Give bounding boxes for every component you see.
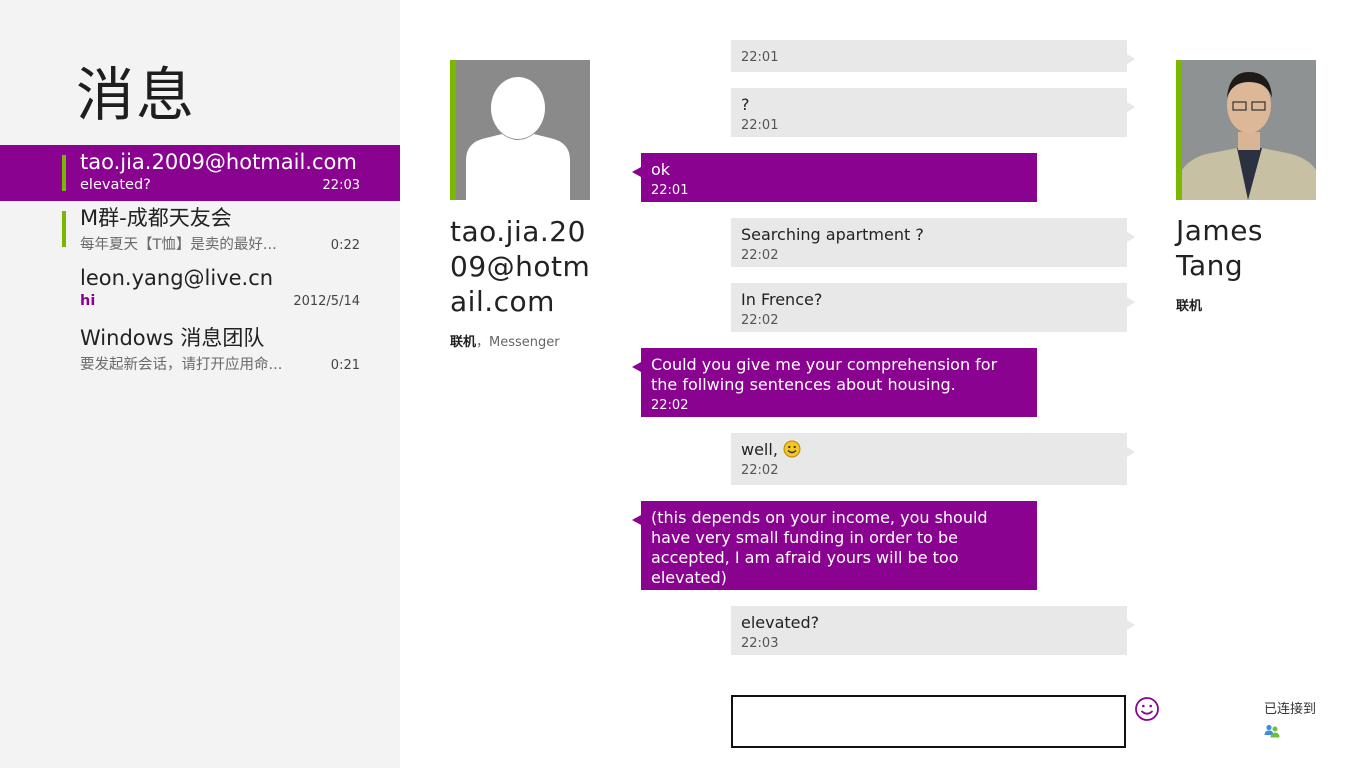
status-label: 联机 xyxy=(450,335,477,350)
person-silhouette-icon xyxy=(456,60,590,200)
my-status: 联机 xyxy=(1176,299,1203,314)
conversation-name: tao.jia.2009@hotmail.com xyxy=(80,150,357,174)
message-input[interactable] xyxy=(733,697,1124,746)
message-text: Searching apartment ? xyxy=(741,225,924,244)
conversation-name: Windows 消息团队 xyxy=(80,326,265,350)
compose-box xyxy=(731,695,1126,748)
message-incoming: ? 22:01 xyxy=(731,88,1135,137)
contact-status: 联机，Messenger xyxy=(450,331,600,350)
conversation-name: M群-成都天友会 xyxy=(80,206,232,230)
conversation-name: leon.yang@live.cn xyxy=(80,266,274,290)
connected-label: 已连接到 xyxy=(1264,702,1317,717)
message-outgoing: ok 22:01 xyxy=(632,153,1037,202)
message-text: Could you give me your comprehension for… xyxy=(651,355,998,394)
conversation-preview: hi xyxy=(80,293,96,309)
message-incoming: In Frence? 22:02 xyxy=(731,283,1135,332)
message-incoming: elevated? 22:03 xyxy=(731,606,1135,655)
message-incoming: 22:01 xyxy=(731,40,1135,72)
conversation-item[interactable]: M群-成都天友会 每年夏天【T恤】是卖的最好... 0:22 xyxy=(0,201,400,261)
smiley-emoji-icon xyxy=(783,440,801,458)
conversation-preview: 每年夏天【T恤】是卖的最好... xyxy=(80,237,277,253)
online-indicator xyxy=(62,211,66,247)
conversation-item[interactable]: tao.jia.2009@hotmail.com elevated? 22:03 xyxy=(0,145,400,201)
my-name-first: James xyxy=(1176,214,1264,247)
message-time: 22:02 xyxy=(741,248,779,263)
message-text: ok xyxy=(651,160,671,179)
message-time: 22:01 xyxy=(741,50,779,65)
message-thread[interactable]: 22:01 ? 22:01 ok 22:01 Searching apartme… xyxy=(630,0,1140,680)
message-incoming: Searching apartment ? 22:02 xyxy=(731,218,1135,267)
message-time: 22:03 xyxy=(741,636,779,651)
message-time: 22:02 xyxy=(741,463,779,478)
conversation-time: 22:03 xyxy=(322,178,360,193)
contact-name: tao.jia.2009@hotmail.com xyxy=(450,215,591,318)
conversation-list: tao.jia.2009@hotmail.com elevated? 22:03… xyxy=(0,145,400,381)
conversation-item[interactable]: leon.yang@live.cn hi 2012/5/14 xyxy=(0,261,400,321)
message-time: 22:01 xyxy=(741,118,779,133)
online-indicator xyxy=(62,155,66,191)
message-text: ? xyxy=(741,95,750,114)
contact-avatar[interactable] xyxy=(450,60,590,200)
contact-card: tao.jia.2009@hotmail.com 联机，Messenger xyxy=(450,60,600,350)
my-name-last: Tang xyxy=(1176,249,1244,282)
message-text: In Frence? xyxy=(741,290,823,309)
conversation-time: 0:22 xyxy=(330,238,360,253)
message-text: (this depends on your income, you should… xyxy=(651,508,988,587)
conversation-time: 2012/5/14 xyxy=(293,294,360,309)
conversation-preview: elevated? xyxy=(80,177,151,193)
smiley-icon[interactable] xyxy=(1134,696,1160,722)
message-text: well, xyxy=(741,440,783,459)
network-users-icon[interactable] xyxy=(1264,723,1280,739)
message-outgoing: Could you give me your comprehension for… xyxy=(632,348,1037,417)
status-service: ，Messenger xyxy=(476,335,560,350)
message-text: elevated? xyxy=(741,613,820,632)
conversation-pane: 消息 tao.jia.2009@hotmail.com elevated? 22… xyxy=(0,0,400,768)
message-outgoing: (this depends on your income, you should… xyxy=(632,501,1037,606)
conversation-time: 0:21 xyxy=(330,358,360,373)
profile-photo xyxy=(1182,60,1316,200)
conversation-item[interactable]: Windows 消息团队 要发起新会话，请打开应用命... 0:21 xyxy=(0,321,400,381)
conversation-preview: 要发起新会话，请打开应用命... xyxy=(80,357,283,373)
message-incoming: well, 22:02 xyxy=(731,433,1135,485)
message-time: 22:02 xyxy=(651,398,689,413)
my-avatar[interactable] xyxy=(1176,60,1316,200)
message-time: 22:02 xyxy=(741,313,779,328)
my-profile: James Tang 联机 xyxy=(1176,60,1336,314)
my-name: James Tang xyxy=(1176,213,1336,283)
message-time: 22:01 xyxy=(651,183,689,198)
app-title: 消息 xyxy=(76,61,197,129)
